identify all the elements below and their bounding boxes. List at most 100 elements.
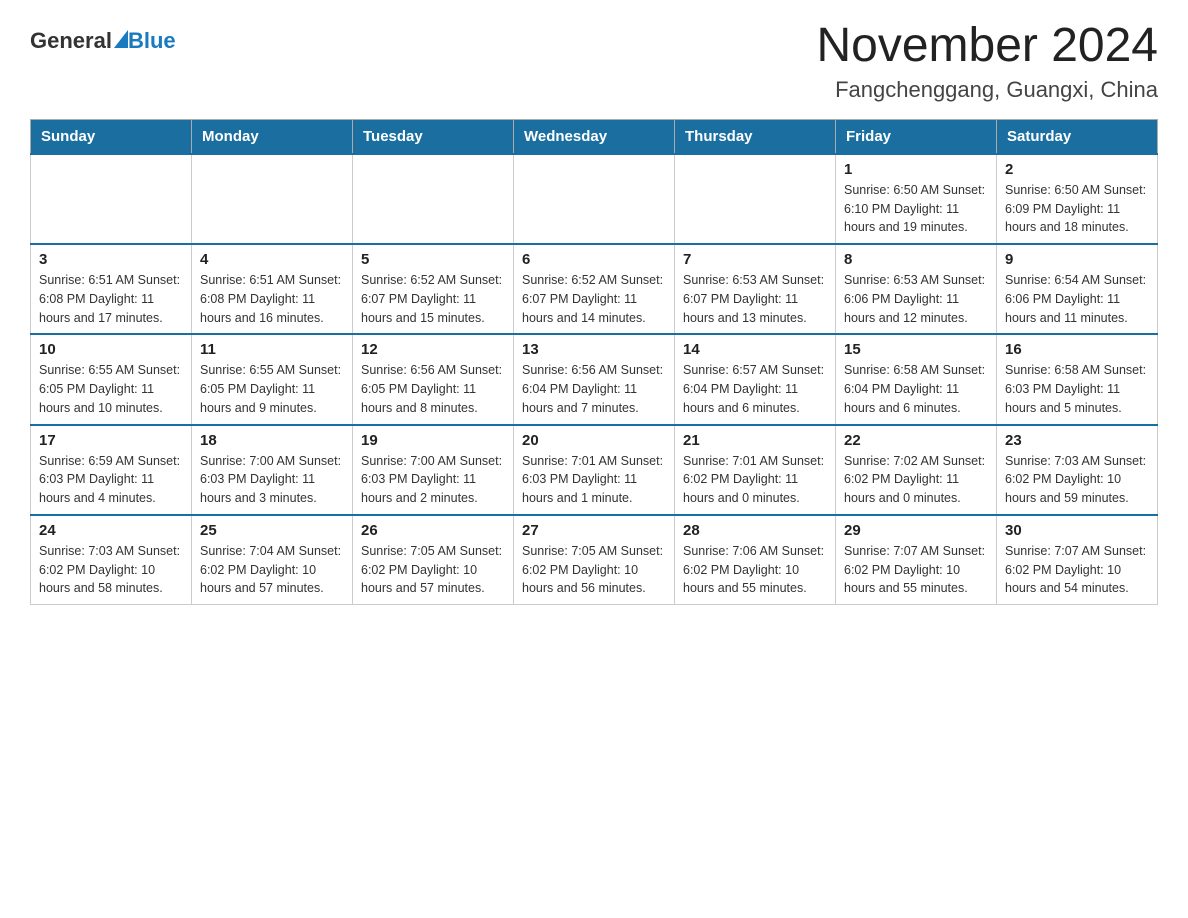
- day-info: Sunrise: 6:58 AM Sunset: 6:04 PM Dayligh…: [844, 361, 988, 417]
- day-info: Sunrise: 6:55 AM Sunset: 6:05 PM Dayligh…: [200, 361, 344, 417]
- calendar-header: SundayMondayTuesdayWednesdayThursdayFrid…: [31, 119, 1158, 154]
- day-number: 28: [683, 522, 827, 539]
- title-area: November 2024 Fangchenggang, Guangxi, Ch…: [816, 20, 1158, 103]
- calendar-cell: 12 Sunrise: 6:56 AM Sunset: 6:05 PM Dayli…: [353, 334, 514, 424]
- day-number: 19: [361, 432, 505, 449]
- day-info: Sunrise: 7:05 AM Sunset: 6:02 PM Dayligh…: [361, 542, 505, 598]
- month-title: November 2024: [816, 20, 1158, 73]
- day-info: Sunrise: 7:04 AM Sunset: 6:02 PM Dayligh…: [200, 542, 344, 598]
- day-info: Sunrise: 6:55 AM Sunset: 6:05 PM Dayligh…: [39, 361, 183, 417]
- day-info: Sunrise: 6:54 AM Sunset: 6:06 PM Dayligh…: [1005, 271, 1149, 327]
- day-info: Sunrise: 6:52 AM Sunset: 6:07 PM Dayligh…: [361, 271, 505, 327]
- week-row-3: 10 Sunrise: 6:55 AM Sunset: 6:05 PM Dayli…: [31, 334, 1158, 424]
- day-number: 26: [361, 522, 505, 539]
- calendar-cell: [353, 154, 514, 244]
- day-info: Sunrise: 7:01 AM Sunset: 6:03 PM Dayligh…: [522, 452, 666, 508]
- weekday-header-row: SundayMondayTuesdayWednesdayThursdayFrid…: [31, 119, 1158, 154]
- day-number: 13: [522, 341, 666, 358]
- calendar-cell: 21Sunrise: 7:01 AM Sunset: 6:02 PM Dayli…: [675, 425, 836, 515]
- calendar-cell: 8 Sunrise: 6:53 AM Sunset: 6:06 PM Daylig…: [836, 244, 997, 334]
- calendar-cell: 11 Sunrise: 6:55 AM Sunset: 6:05 PM Dayli…: [192, 334, 353, 424]
- calendar-cell: 28 Sunrise: 7:06 AM Sunset: 6:02 PM Dayli…: [675, 515, 836, 605]
- day-number: 7: [683, 251, 827, 268]
- week-row-2: 3 Sunrise: 6:51 AM Sunset: 6:08 PM Daylig…: [31, 244, 1158, 334]
- day-number: 22: [844, 432, 988, 449]
- calendar-cell: 5 Sunrise: 6:52 AM Sunset: 6:07 PM Daylig…: [353, 244, 514, 334]
- logo: General Blue: [30, 28, 176, 54]
- calendar-cell: 30 Sunrise: 7:07 AM Sunset: 6:02 PM Dayli…: [997, 515, 1158, 605]
- day-number: 1: [844, 161, 988, 178]
- logo-icon: [114, 30, 128, 48]
- calendar-cell: 4Sunrise: 6:51 AM Sunset: 6:08 PM Daylig…: [192, 244, 353, 334]
- page-header: General Blue November 2024 Fangchenggang…: [30, 20, 1158, 103]
- day-number: 18: [200, 432, 344, 449]
- day-number: 20: [522, 432, 666, 449]
- calendar-cell: 27Sunrise: 7:05 AM Sunset: 6:02 PM Dayli…: [514, 515, 675, 605]
- day-info: Sunrise: 6:58 AM Sunset: 6:03 PM Dayligh…: [1005, 361, 1149, 417]
- day-number: 11: [200, 341, 344, 358]
- calendar-cell: 18 Sunrise: 7:00 AM Sunset: 6:03 PM Dayli…: [192, 425, 353, 515]
- day-info: Sunrise: 7:03 AM Sunset: 6:02 PM Dayligh…: [39, 542, 183, 598]
- calendar-cell: [514, 154, 675, 244]
- calendar-cell: 9 Sunrise: 6:54 AM Sunset: 6:06 PM Daylig…: [997, 244, 1158, 334]
- location-title: Fangchenggang, Guangxi, China: [816, 77, 1158, 103]
- day-number: 15: [844, 341, 988, 358]
- day-number: 3: [39, 251, 183, 268]
- calendar-body: 1 Sunrise: 6:50 AM Sunset: 6:10 PM Daylig…: [31, 154, 1158, 605]
- day-info: Sunrise: 7:00 AM Sunset: 6:03 PM Dayligh…: [361, 452, 505, 508]
- logo-general: General: [30, 28, 112, 54]
- day-info: Sunrise: 7:07 AM Sunset: 6:02 PM Dayligh…: [1005, 542, 1149, 598]
- day-info: Sunrise: 6:50 AM Sunset: 6:09 PM Dayligh…: [1005, 181, 1149, 237]
- day-number: 16: [1005, 341, 1149, 358]
- weekday-header-thursday: Thursday: [675, 119, 836, 154]
- calendar-cell: 13 Sunrise: 6:56 AM Sunset: 6:04 PM Dayli…: [514, 334, 675, 424]
- day-info: Sunrise: 7:03 AM Sunset: 6:02 PM Dayligh…: [1005, 452, 1149, 508]
- day-info: Sunrise: 6:52 AM Sunset: 6:07 PM Dayligh…: [522, 271, 666, 327]
- calendar-cell: 15 Sunrise: 6:58 AM Sunset: 6:04 PM Dayli…: [836, 334, 997, 424]
- weekday-header-saturday: Saturday: [997, 119, 1158, 154]
- calendar-cell: [675, 154, 836, 244]
- day-number: 2: [1005, 161, 1149, 178]
- day-info: Sunrise: 6:53 AM Sunset: 6:06 PM Dayligh…: [844, 271, 988, 327]
- day-number: 9: [1005, 251, 1149, 268]
- day-number: 14: [683, 341, 827, 358]
- weekday-header-friday: Friday: [836, 119, 997, 154]
- day-number: 5: [361, 251, 505, 268]
- day-info: Sunrise: 7:00 AM Sunset: 6:03 PM Dayligh…: [200, 452, 344, 508]
- day-info: Sunrise: 6:56 AM Sunset: 6:05 PM Dayligh…: [361, 361, 505, 417]
- day-number: 30: [1005, 522, 1149, 539]
- calendar-cell: 25Sunrise: 7:04 AM Sunset: 6:02 PM Dayli…: [192, 515, 353, 605]
- day-info: Sunrise: 6:53 AM Sunset: 6:07 PM Dayligh…: [683, 271, 827, 327]
- day-number: 23: [1005, 432, 1149, 449]
- calendar-cell: 23 Sunrise: 7:03 AM Sunset: 6:02 PM Dayli…: [997, 425, 1158, 515]
- calendar-cell: 29Sunrise: 7:07 AM Sunset: 6:02 PM Dayli…: [836, 515, 997, 605]
- calendar-cell: 20 Sunrise: 7:01 AM Sunset: 6:03 PM Dayli…: [514, 425, 675, 515]
- calendar-cell: 17Sunrise: 6:59 AM Sunset: 6:03 PM Dayli…: [31, 425, 192, 515]
- calendar-cell: 3 Sunrise: 6:51 AM Sunset: 6:08 PM Daylig…: [31, 244, 192, 334]
- day-number: 17: [39, 432, 183, 449]
- calendar-cell: 19 Sunrise: 7:00 AM Sunset: 6:03 PM Dayli…: [353, 425, 514, 515]
- day-info: Sunrise: 6:56 AM Sunset: 6:04 PM Dayligh…: [522, 361, 666, 417]
- calendar-cell: 26 Sunrise: 7:05 AM Sunset: 6:02 PM Dayli…: [353, 515, 514, 605]
- calendar-cell: [31, 154, 192, 244]
- day-number: 8: [844, 251, 988, 268]
- calendar-cell: 1 Sunrise: 6:50 AM Sunset: 6:10 PM Daylig…: [836, 154, 997, 244]
- day-number: 27: [522, 522, 666, 539]
- day-number: 4: [200, 251, 344, 268]
- calendar-table: SundayMondayTuesdayWednesdayThursdayFrid…: [30, 119, 1158, 605]
- day-info: Sunrise: 7:06 AM Sunset: 6:02 PM Dayligh…: [683, 542, 827, 598]
- calendar-cell: 24Sunrise: 7:03 AM Sunset: 6:02 PM Dayli…: [31, 515, 192, 605]
- calendar-cell: 7 Sunrise: 6:53 AM Sunset: 6:07 PM Daylig…: [675, 244, 836, 334]
- week-row-1: 1 Sunrise: 6:50 AM Sunset: 6:10 PM Daylig…: [31, 154, 1158, 244]
- weekday-header-tuesday: Tuesday: [353, 119, 514, 154]
- calendar-cell: 22Sunrise: 7:02 AM Sunset: 6:02 PM Dayli…: [836, 425, 997, 515]
- weekday-header-wednesday: Wednesday: [514, 119, 675, 154]
- day-info: Sunrise: 6:51 AM Sunset: 6:08 PM Dayligh…: [39, 271, 183, 327]
- day-info: Sunrise: 6:50 AM Sunset: 6:10 PM Dayligh…: [844, 181, 988, 237]
- week-row-5: 24Sunrise: 7:03 AM Sunset: 6:02 PM Dayli…: [31, 515, 1158, 605]
- weekday-header-sunday: Sunday: [31, 119, 192, 154]
- day-number: 12: [361, 341, 505, 358]
- day-number: 10: [39, 341, 183, 358]
- week-row-4: 17Sunrise: 6:59 AM Sunset: 6:03 PM Dayli…: [31, 425, 1158, 515]
- calendar-cell: [192, 154, 353, 244]
